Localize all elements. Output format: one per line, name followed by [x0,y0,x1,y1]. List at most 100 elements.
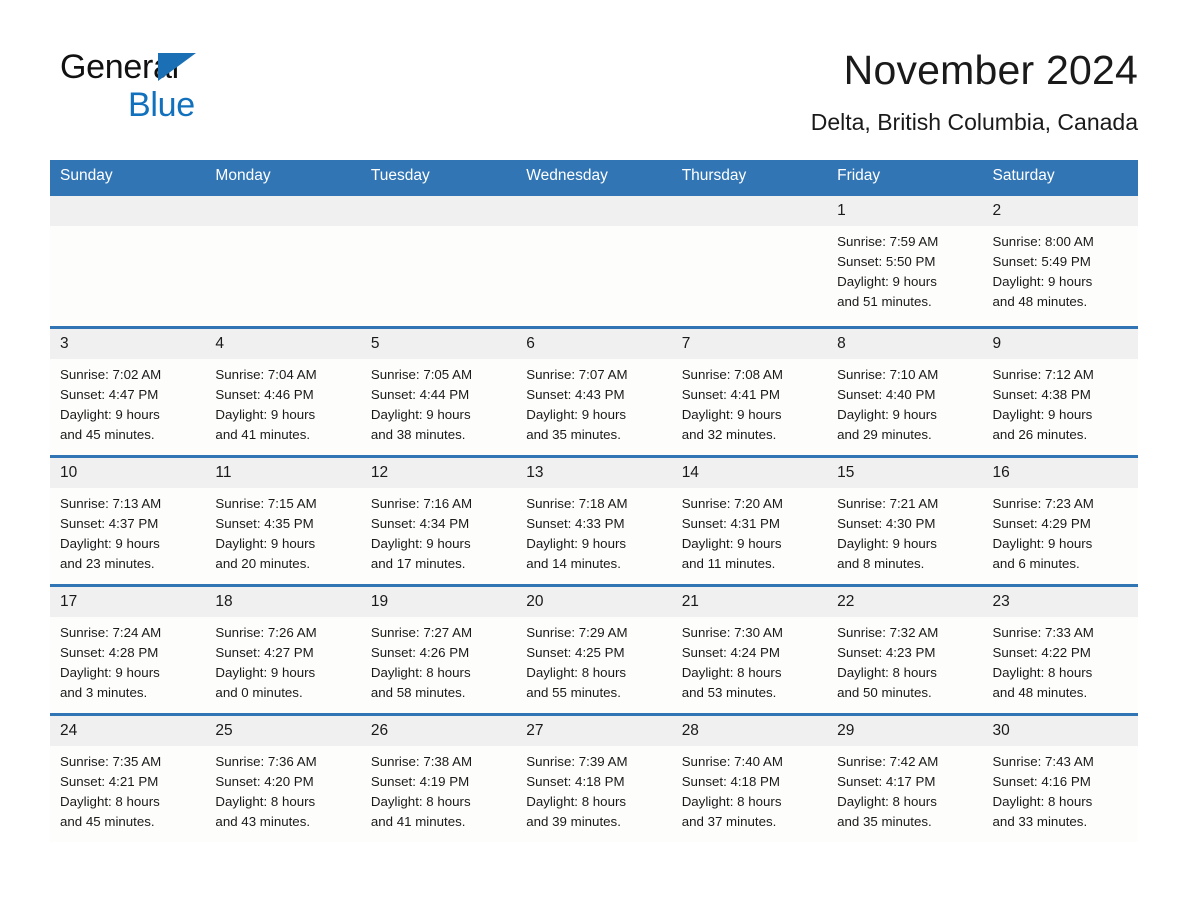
day-sun-info: Sunrise: 7:16 AM Sunset: 4:34 PM Daylight:… [361,488,516,584]
daylight-text: Daylight: 8 hours [526,794,627,809]
sunset-text: Sunset: 4:33 PM [526,516,625,531]
daylight-text: Daylight: 9 hours [837,536,937,551]
daylight-text-cont: and 8 minutes. [837,556,925,571]
day-sun-info: Sunrise: 7:02 AM Sunset: 4:47 PM Daylight:… [50,359,205,455]
weekday-header-sunday: Sunday [50,160,206,195]
calendar-day-cell[interactable]: 7 Sunrise: 7:08 AM Sunset: 4:41 PM Daylight… [671,326,828,457]
calendar-day-cell[interactable]: 10 Sunrise: 7:13 AM Sunset: 4:37 PM Dayligh… [50,455,206,586]
calendar-week-row: 24 Sunrise: 7:35 AM Sunset: 4:21 PM Dayligh… [50,713,1138,842]
day-number: 1 [827,196,983,226]
day-number: 7 [671,329,828,359]
sunset-text: Sunset: 4:24 PM [681,645,780,660]
calendar-day-cell[interactable]: 6 Sunrise: 7:07 AM Sunset: 4:43 PM Daylight… [516,326,672,457]
sunset-text: Sunset: 4:47 PM [60,387,159,402]
day-sun-info: Sunrise: 7:43 AM Sunset: 4:16 PM Daylight:… [983,746,1138,842]
calendar-day-cell[interactable]: 9 Sunrise: 7:12 AM Sunset: 4:38 PM Daylight… [982,326,1138,457]
calendar-day-cell[interactable]: 29 Sunrise: 7:42 AM Sunset: 4:17 PM Dayligh… [827,713,983,842]
day-sun-info: Sunrise: 7:15 AM Sunset: 4:35 PM Daylight:… [205,488,360,584]
day-number: 26 [360,716,517,746]
day-number: 21 [671,587,828,617]
daylight-text-cont: and 29 minutes. [837,427,932,442]
daylight-text-cont: and 35 minutes. [526,427,621,442]
calendar-day-cell[interactable]: 17 Sunrise: 7:24 AM Sunset: 4:28 PM Dayligh… [50,584,206,715]
calendar-day-cell[interactable]: 25 Sunrise: 7:36 AM Sunset: 4:20 PM Dayligh… [205,713,361,842]
calendar-day-cell[interactable]: 28 Sunrise: 7:40 AM Sunset: 4:18 PM Dayligh… [671,713,828,842]
calendar-day-cell[interactable]: 30 Sunrise: 7:43 AM Sunset: 4:16 PM Dayligh… [982,713,1138,842]
daylight-text: Daylight: 8 hours [681,665,782,680]
sunrise-text: Sunrise: 7:26 AM [215,625,317,640]
day-sun-info: Sunrise: 7:33 AM Sunset: 4:22 PM Daylight:… [983,617,1138,713]
calendar-day-cell[interactable]: 24 Sunrise: 7:35 AM Sunset: 4:21 PM Dayligh… [50,713,206,842]
sunrise-text: Sunrise: 7:36 AM [215,754,317,769]
sunset-text: Sunset: 4:20 PM [215,774,314,789]
daylight-text: Daylight: 9 hours [837,274,937,289]
sunset-text: Sunset: 4:22 PM [992,645,1091,660]
sunrise-text: Sunrise: 7:02 AM [60,367,162,382]
calendar-day-cell[interactable]: 16 Sunrise: 7:23 AM Sunset: 4:29 PM Dayligh… [982,455,1138,586]
day-number: 15 [827,458,983,488]
sunrise-text: Sunrise: 7:20 AM [681,496,783,511]
daylight-text-cont: and 55 minutes. [526,685,621,700]
sunset-text: Sunset: 4:18 PM [681,774,780,789]
day-sun-info: Sunrise: 8:00 AM Sunset: 5:49 PM Daylight:… [983,226,1138,322]
calendar-day-cell[interactable]: 19 Sunrise: 7:27 AM Sunset: 4:26 PM Dayligh… [360,584,517,715]
sunrise-text: Sunrise: 7:40 AM [681,754,783,769]
day-number [360,196,517,226]
calendar-day-cell-empty [205,193,361,328]
calendar-day-cell[interactable]: 22 Sunrise: 7:32 AM Sunset: 4:23 PM Dayligh… [827,584,983,715]
calendar-day-cell[interactable]: 14 Sunrise: 7:20 AM Sunset: 4:31 PM Dayligh… [671,455,828,586]
daylight-text-cont: and 26 minutes. [992,427,1088,442]
daylight-text: Daylight: 9 hours [370,407,471,422]
daylight-text: Daylight: 9 hours [837,407,937,422]
day-sun-info: Sunrise: 7:20 AM Sunset: 4:31 PM Daylight:… [672,488,827,584]
calendar-day-cell[interactable]: 26 Sunrise: 7:38 AM Sunset: 4:19 PM Dayligh… [360,713,517,842]
calendar-day-cell-empty [50,193,206,328]
calendar-day-cell[interactable]: 23 Sunrise: 7:33 AM Sunset: 4:22 PM Dayligh… [982,584,1138,715]
weekday-header-thursday: Thursday [671,160,828,195]
calendar-day-cell[interactable]: 27 Sunrise: 7:39 AM Sunset: 4:18 PM Dayligh… [516,713,672,842]
calendar-day-cell[interactable]: 4 Sunrise: 7:04 AM Sunset: 4:46 PM Daylight… [205,326,361,457]
calendar-day-cell[interactable]: 12 Sunrise: 7:16 AM Sunset: 4:34 PM Dayligh… [360,455,517,586]
calendar-day-cell[interactable]: 8 Sunrise: 7:10 AM Sunset: 4:40 PM Daylight… [827,326,983,457]
calendar-day-cell[interactable]: 20 Sunrise: 7:29 AM Sunset: 4:25 PM Dayligh… [516,584,672,715]
calendar-day-cell[interactable]: 21 Sunrise: 7:30 AM Sunset: 4:24 PM Dayligh… [671,584,828,715]
day-number: 13 [516,458,672,488]
calendar-day-cell[interactable]: 2 Sunrise: 8:00 AM Sunset: 5:49 PM Daylight… [982,193,1138,328]
daylight-text-cont: and 58 minutes. [370,685,466,700]
day-sun-info: Sunrise: 7:12 AM Sunset: 4:38 PM Daylight:… [983,359,1138,455]
generalblue-logo[interactable]: General Blue [60,48,360,124]
daylight-text: Daylight: 8 hours [370,665,471,680]
sunset-text: Sunset: 4:37 PM [60,516,159,531]
calendar-day-cell[interactable]: 1 Sunrise: 7:59 AM Sunset: 5:50 PM Daylight… [827,193,983,328]
daylight-text-cont: and 41 minutes. [215,427,311,442]
daylight-text: Daylight: 9 hours [60,536,160,551]
day-number: 6 [516,329,672,359]
calendar-day-cell[interactable]: 5 Sunrise: 7:05 AM Sunset: 4:44 PM Daylight… [360,326,517,457]
calendar-day-cell[interactable]: 18 Sunrise: 7:26 AM Sunset: 4:27 PM Dayligh… [205,584,361,715]
calendar-body: 1 Sunrise: 7:59 AM Sunset: 5:50 PM Daylight… [50,193,1138,842]
sunset-text: Sunset: 4:31 PM [681,516,780,531]
calendar-day-cell[interactable]: 3 Sunrise: 7:02 AM Sunset: 4:47 PM Daylight… [50,326,206,457]
day-sun-info: Sunrise: 7:42 AM Sunset: 4:17 PM Daylight:… [827,746,982,842]
daylight-text: Daylight: 9 hours [992,274,1093,289]
daylight-text: Daylight: 9 hours [215,536,316,551]
sunset-text: Sunset: 4:25 PM [526,645,625,660]
sunrise-text: Sunrise: 7:24 AM [60,625,162,640]
daylight-text-cont: and 50 minutes. [837,685,932,700]
sunrise-text: Sunrise: 7:32 AM [837,625,939,640]
day-number: 27 [516,716,672,746]
daylight-text: Daylight: 9 hours [60,665,160,680]
daylight-text-cont: and 38 minutes. [370,427,466,442]
sunrise-text: Sunrise: 7:27 AM [370,625,473,640]
calendar-day-cell[interactable]: 13 Sunrise: 7:18 AM Sunset: 4:33 PM Dayligh… [516,455,672,586]
day-number: 30 [982,716,1138,746]
title-block: November 2024 Delta, British Columbia, C… [811,46,1138,136]
daylight-text-cont: and 41 minutes. [370,814,466,829]
day-sun-info: Sunrise: 7:10 AM Sunset: 4:40 PM Daylight:… [827,359,982,455]
daylight-text-cont: and 53 minutes. [681,685,777,700]
calendar-day-cell[interactable]: 11 Sunrise: 7:15 AM Sunset: 4:35 PM Dayligh… [205,455,361,586]
page-title: November 2024 [843,47,1138,93]
daylight-text: Daylight: 9 hours [526,407,627,422]
calendar-day-cell[interactable]: 15 Sunrise: 7:21 AM Sunset: 4:30 PM Dayligh… [827,455,983,586]
daylight-text: Daylight: 9 hours [681,536,782,551]
